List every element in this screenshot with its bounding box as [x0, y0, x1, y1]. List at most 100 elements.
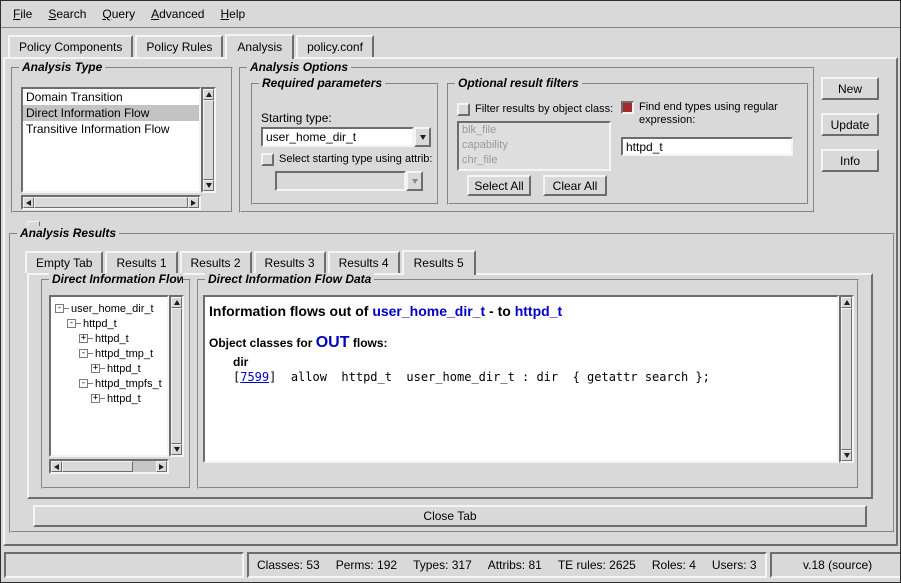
stat-classes: Classes: 53 [257, 558, 320, 572]
tree-node-label[interactable]: user_home_dir_t [69, 303, 154, 315]
tab-policy-rules[interactable]: Policy Rules [135, 35, 223, 57]
scroll-up-arrow[interactable] [841, 297, 852, 308]
clear-all-button[interactable]: Clear All [543, 175, 607, 196]
scrollbar-thumb[interactable] [62, 461, 133, 472]
combobox-dropdown-button[interactable] [414, 127, 431, 147]
flow-data-textarea[interactable]: Information flows out of user_home_dir_t… [203, 295, 839, 463]
horizontal-scrollbar[interactable] [49, 459, 169, 474]
scroll-up-arrow[interactable] [171, 297, 182, 308]
flow-tree-group: Direct Information Flow T -user_home_dir… [41, 279, 191, 489]
menu-file[interactable]: File [5, 3, 40, 25]
tree-expander-icon[interactable]: + [91, 364, 100, 373]
tree-expander-icon[interactable]: - [79, 379, 88, 388]
object-class-checkbox-row: Filter results by object class: [457, 103, 627, 116]
scrollbar-thumb[interactable] [203, 100, 214, 180]
scrollbar-trough[interactable] [171, 308, 182, 444]
list-item: chr_file [459, 153, 609, 168]
tree-expander-icon[interactable]: + [79, 334, 88, 343]
new-button[interactable]: New [821, 77, 879, 100]
close-tab-button[interactable]: Close Tab [33, 505, 867, 527]
tab-policy-conf[interactable]: policy.conf [296, 35, 374, 57]
tab-results-5[interactable]: Results 5 [402, 250, 476, 275]
select-all-button[interactable]: Select All [467, 175, 531, 196]
menu-search[interactable]: Search [40, 3, 94, 25]
update-button[interactable]: Update [821, 113, 879, 136]
policy-version: v.18 (source) [803, 558, 872, 572]
tree-node-label[interactable]: httpd_t [105, 393, 141, 405]
menu-query[interactable]: Query [94, 3, 143, 25]
scroll-right-arrow[interactable] [156, 461, 167, 472]
flow-data-title: Direct Information Flow Data [205, 272, 374, 286]
list-item-selected[interactable]: Direct Information Flow [23, 105, 199, 121]
stat-roles: Roles: 4 [652, 558, 696, 572]
menu-help[interactable]: Help [212, 3, 253, 25]
regex-checkbox[interactable] [621, 101, 634, 114]
tree-node[interactable]: -user_home_dir_t [53, 301, 165, 316]
tree-node-label[interactable]: httpd_tmp_t [93, 348, 153, 360]
flow-tree[interactable]: -user_home_dir_t -httpd_t +httpd_t -http… [49, 295, 169, 457]
stat-attribs: Attribs: 81 [488, 558, 542, 572]
scrollbar-thumb[interactable] [34, 197, 188, 208]
scroll-left-arrow[interactable] [51, 461, 62, 472]
scrollbar-trough[interactable] [841, 308, 852, 450]
scroll-up-arrow[interactable] [203, 89, 214, 100]
vertical-scrollbar[interactable] [201, 87, 216, 193]
attrib-checkbox[interactable] [261, 153, 274, 166]
tree-expander-icon[interactable]: + [91, 394, 100, 403]
statusbar: Classes: 53 Perms: 192 Types: 317 Attrib… [4, 552, 897, 578]
tree-node[interactable]: -httpd_tmpfs_t [53, 376, 165, 391]
tree-node[interactable]: + httpd_t [53, 361, 165, 376]
scroll-left-arrow[interactable] [23, 197, 34, 208]
list-item[interactable]: Domain Transition [23, 89, 199, 105]
scrollbar-thumb[interactable] [841, 308, 852, 450]
menubar: File Search Query Advanced Help [1, 1, 900, 29]
tree-expander-icon[interactable]: - [79, 349, 88, 358]
vertical-scrollbar[interactable] [839, 295, 854, 463]
headline-connector: - to [489, 303, 511, 319]
tab-empty[interactable]: Empty Tab [25, 251, 103, 273]
regex-input[interactable] [621, 137, 793, 156]
status-cell-version: v.18 (source) [770, 552, 901, 578]
rule-number-link[interactable]: 7599 [240, 370, 269, 384]
tab-analysis[interactable]: Analysis [225, 34, 294, 59]
scroll-down-arrow[interactable] [203, 180, 214, 191]
tree-node-label[interactable]: httpd_t [105, 363, 141, 375]
regex-checkbox-row: Find end types using regular expression: [621, 101, 801, 127]
scrollbar-trough[interactable] [62, 461, 156, 472]
object-class-listbox: blk_file capability chr_file [457, 121, 611, 171]
scrollbar-trough[interactable] [203, 100, 214, 180]
tab-results-3[interactable]: Results 3 [254, 251, 326, 273]
tree-expander-icon[interactable]: - [67, 319, 76, 328]
starting-type-combobox-input[interactable] [261, 127, 414, 147]
tab-results-4[interactable]: Results 4 [328, 251, 400, 273]
te-rule-line: [7599] allow httpd_t user_home_dir_t : d… [233, 370, 837, 384]
scrollbar-trough[interactable] [34, 197, 188, 208]
vertical-scrollbar[interactable] [169, 295, 184, 457]
tab-results-1[interactable]: Results 1 [105, 251, 177, 273]
classes-suffix: flows: [353, 336, 388, 350]
menu-advanced[interactable]: Advanced [143, 3, 212, 25]
scroll-down-arrow[interactable] [841, 450, 852, 461]
starting-type-combobox [261, 127, 431, 147]
tree-node[interactable]: -httpd_tmp_t [53, 346, 165, 361]
tree-node-label[interactable]: httpd_t [93, 333, 129, 345]
tab-results-2[interactable]: Results 2 [180, 251, 252, 273]
analysis-type-listbox[interactable]: Domain Transition Direct Information Flo… [21, 87, 201, 193]
scroll-down-arrow[interactable] [171, 444, 182, 455]
filter-by-object-class-label: Filter results by object class: [470, 103, 613, 116]
filter-by-object-class-checkbox[interactable] [457, 103, 470, 116]
required-parameters-group: Required parameters Starting type: Selec… [251, 83, 439, 205]
scrollbar-thumb[interactable] [171, 308, 182, 444]
scroll-right-arrow[interactable] [188, 197, 199, 208]
tree-node-label[interactable]: httpd_t [81, 318, 117, 330]
list-item[interactable]: Transitive Information Flow [23, 121, 199, 137]
info-button[interactable]: Info [821, 149, 879, 172]
attrib-combobox [275, 171, 423, 191]
horizontal-scrollbar[interactable] [21, 195, 201, 210]
tree-node[interactable]: -httpd_t [53, 316, 165, 331]
tree-node[interactable]: + httpd_t [53, 391, 165, 406]
tree-node[interactable]: + httpd_t [53, 331, 165, 346]
tree-node-label[interactable]: httpd_tmpfs_t [93, 378, 162, 390]
tree-expander-icon[interactable]: - [55, 304, 64, 313]
tab-policy-components[interactable]: Policy Components [8, 35, 133, 57]
